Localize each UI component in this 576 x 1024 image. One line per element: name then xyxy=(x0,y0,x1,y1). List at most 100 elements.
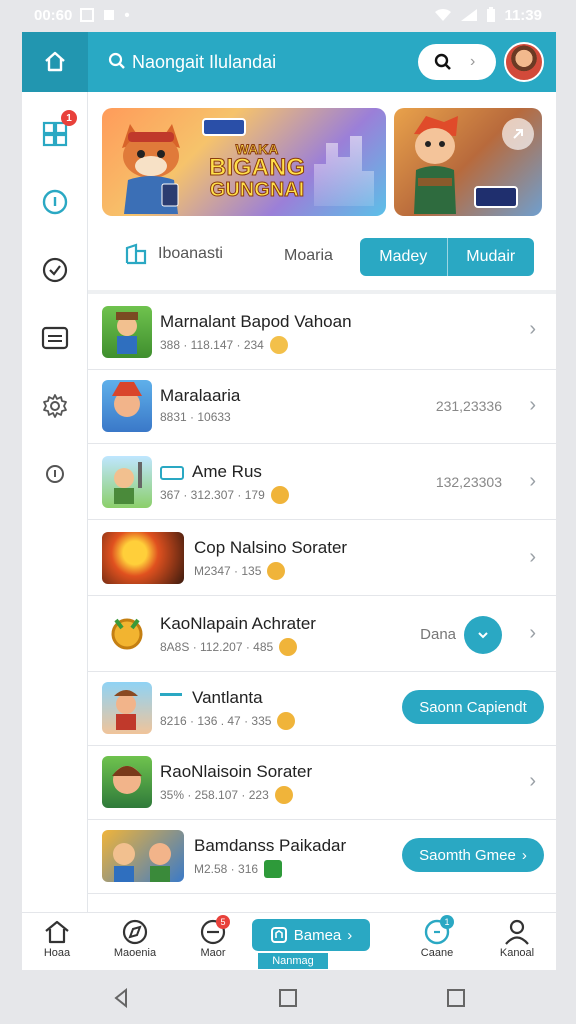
action-label: Saomth Gmee xyxy=(419,846,516,864)
game-meta: 35% · 258.107 · 223 xyxy=(160,786,293,804)
sidebar: 1 xyxy=(22,92,88,912)
list-item[interactable]: Maralaaria 8831 · 10633 231,23336 › xyxy=(88,370,556,444)
emoji-icon xyxy=(277,712,296,730)
home-square-icon[interactable] xyxy=(278,988,298,1008)
status-time-left: 00:60 xyxy=(34,6,73,24)
game-meta: 367 · 312.307 · 179 xyxy=(160,486,289,504)
battery-icon xyxy=(487,7,496,22)
chevron-right-icon[interactable]: › xyxy=(529,470,536,493)
notification-icon xyxy=(104,10,115,20)
chevron-right-icon[interactable]: › xyxy=(529,622,536,645)
list-item[interactable]: Marnalant Bapod Vahoan 388 · 118.147 · 2… xyxy=(88,294,556,370)
active-nav-label: Bamea xyxy=(293,926,342,944)
search-icon xyxy=(434,53,451,70)
characters-image xyxy=(113,843,171,882)
store-icon xyxy=(125,243,147,265)
action-button[interactable]: Saomth Gmee › xyxy=(402,838,544,872)
home-button[interactable] xyxy=(22,32,88,92)
chevron-right-icon[interactable]: › xyxy=(529,318,536,341)
user-icon xyxy=(505,919,529,945)
list-item[interactable]: Cop Nalsino Sorater M2347 · 135 › xyxy=(88,520,556,596)
search-button[interactable]: › xyxy=(418,44,496,80)
game-name-text: Vantlanta xyxy=(192,688,263,707)
segment-mudair[interactable]: Mudair xyxy=(446,238,535,276)
gear-icon xyxy=(43,394,67,418)
game-name: Bamdanss Paikadar xyxy=(194,836,347,855)
nav-label: Kanoal xyxy=(499,947,535,959)
wifi-icon xyxy=(435,8,452,21)
game-name: Vantlanta xyxy=(160,688,263,708)
signal-icon xyxy=(461,9,478,21)
nav-item-games[interactable]: 5 Maor xyxy=(178,915,248,959)
banner-next-button[interactable] xyxy=(502,118,534,150)
list-item[interactable]: Bamdanss Paikadar M2.58 · 316 Saomth Gme… xyxy=(88,820,556,894)
nav-item-explore[interactable]: Maoenia xyxy=(100,919,170,959)
notification-badge: 1 xyxy=(61,110,77,126)
character-image xyxy=(112,766,142,794)
nav-item-casino[interactable]: 1 Caane xyxy=(402,915,472,959)
badge-chip xyxy=(474,186,518,208)
nav-label: Hoaa xyxy=(43,947,71,959)
segmented-control: Madey Mudair xyxy=(360,238,534,276)
tab-iboanasti[interactable]: Iboanasti xyxy=(124,242,223,266)
secondary-banner[interactable] xyxy=(394,108,542,216)
chevron-right-icon[interactable]: › xyxy=(529,394,536,417)
nav-item-profile[interactable]: Kanoal xyxy=(482,919,552,959)
home-icon xyxy=(45,920,69,944)
game-name: Maralaaria xyxy=(160,386,241,405)
list-item[interactable]: KaoNlapain Achrater 8A8S · 112.207 · 485… xyxy=(88,596,556,672)
chevron-right-icon[interactable]: › xyxy=(529,770,536,793)
game-thumbnail xyxy=(102,306,152,358)
action-button[interactable]: Saonn Capiendt xyxy=(402,690,544,724)
list-item[interactable]: RaoNlaisoin Sorater 35% · 258.107 · 223 … xyxy=(88,746,556,820)
status-time-right: 11:39 xyxy=(504,6,542,24)
game-name: Cop Nalsino Sorater xyxy=(194,538,348,557)
game-thumbnail xyxy=(102,532,184,584)
meta-text: 8216 · 136 . 47 · 335 xyxy=(160,714,272,728)
sidebar-item-sync[interactable] xyxy=(37,456,73,492)
sidebar-item-settings[interactable] xyxy=(37,388,73,424)
image-icon xyxy=(80,8,95,22)
segment-madey[interactable]: Madey xyxy=(360,238,447,276)
game-thumbnail xyxy=(102,830,184,882)
nav-item-home[interactable]: Hoaa xyxy=(22,919,92,959)
recents-icon[interactable] xyxy=(446,988,466,1008)
game-meta: 8216 · 136 . 47 · 335 xyxy=(160,712,296,730)
banner-line-2: BIGANG xyxy=(209,154,306,181)
nav-badge: 1 xyxy=(440,915,454,929)
game-thumbnail xyxy=(102,756,152,808)
avatar[interactable] xyxy=(504,42,544,82)
sidebar-item-documents[interactable] xyxy=(37,320,73,356)
sidebar-item-dashboard[interactable]: 1 xyxy=(37,110,77,152)
tab-label: Iboanasti xyxy=(158,245,223,262)
store-icon xyxy=(270,927,287,943)
meta-text: 8A8S · 112.207 · 485 xyxy=(160,640,274,654)
emoji-icon xyxy=(269,336,288,354)
list-item[interactable]: Vantlanta 8216 · 136 . 47 · 335 Saonn Ca… xyxy=(88,672,556,746)
character-image xyxy=(114,462,142,504)
character-image xyxy=(112,382,142,417)
nav-item-active[interactable]: Bamea › xyxy=(252,919,370,951)
page-title: Naongait Ilulandai xyxy=(132,52,277,72)
list-item[interactable]: Ame Rus 367 · 312.307 · 179 132,23303 › xyxy=(88,444,556,520)
tag-icon xyxy=(160,465,184,480)
game-meta: M2.58 · 316 xyxy=(194,860,283,878)
chevron-down-icon xyxy=(478,632,488,639)
expand-button[interactable] xyxy=(464,616,502,654)
back-icon[interactable] xyxy=(112,988,132,1008)
meta-text: 8831 · 10633 xyxy=(160,410,231,424)
chevron-right-icon[interactable]: › xyxy=(529,546,536,569)
sidebar-item-tasks[interactable] xyxy=(37,252,73,288)
emoji-icon xyxy=(267,562,286,580)
sidebar-item-info[interactable] xyxy=(37,184,73,220)
featured-banner[interactable]: WAKA BIGANG GUNGNAI xyxy=(102,108,386,216)
game-name-text: Ame Rus xyxy=(192,462,262,481)
app-window: Naongait Ilulandai › 1 WAKA BIGANG GUNGN… xyxy=(22,32,556,970)
game-name: RaoNlaisoin Sorater xyxy=(160,762,313,781)
game-thumbnail xyxy=(102,682,152,734)
tab-moaria[interactable]: Moaria xyxy=(284,247,333,265)
meta-text: 35% · 258.107 · 223 xyxy=(160,788,269,802)
character-image xyxy=(116,312,138,354)
emoji-icon xyxy=(274,786,293,804)
refresh-icon xyxy=(46,465,65,483)
